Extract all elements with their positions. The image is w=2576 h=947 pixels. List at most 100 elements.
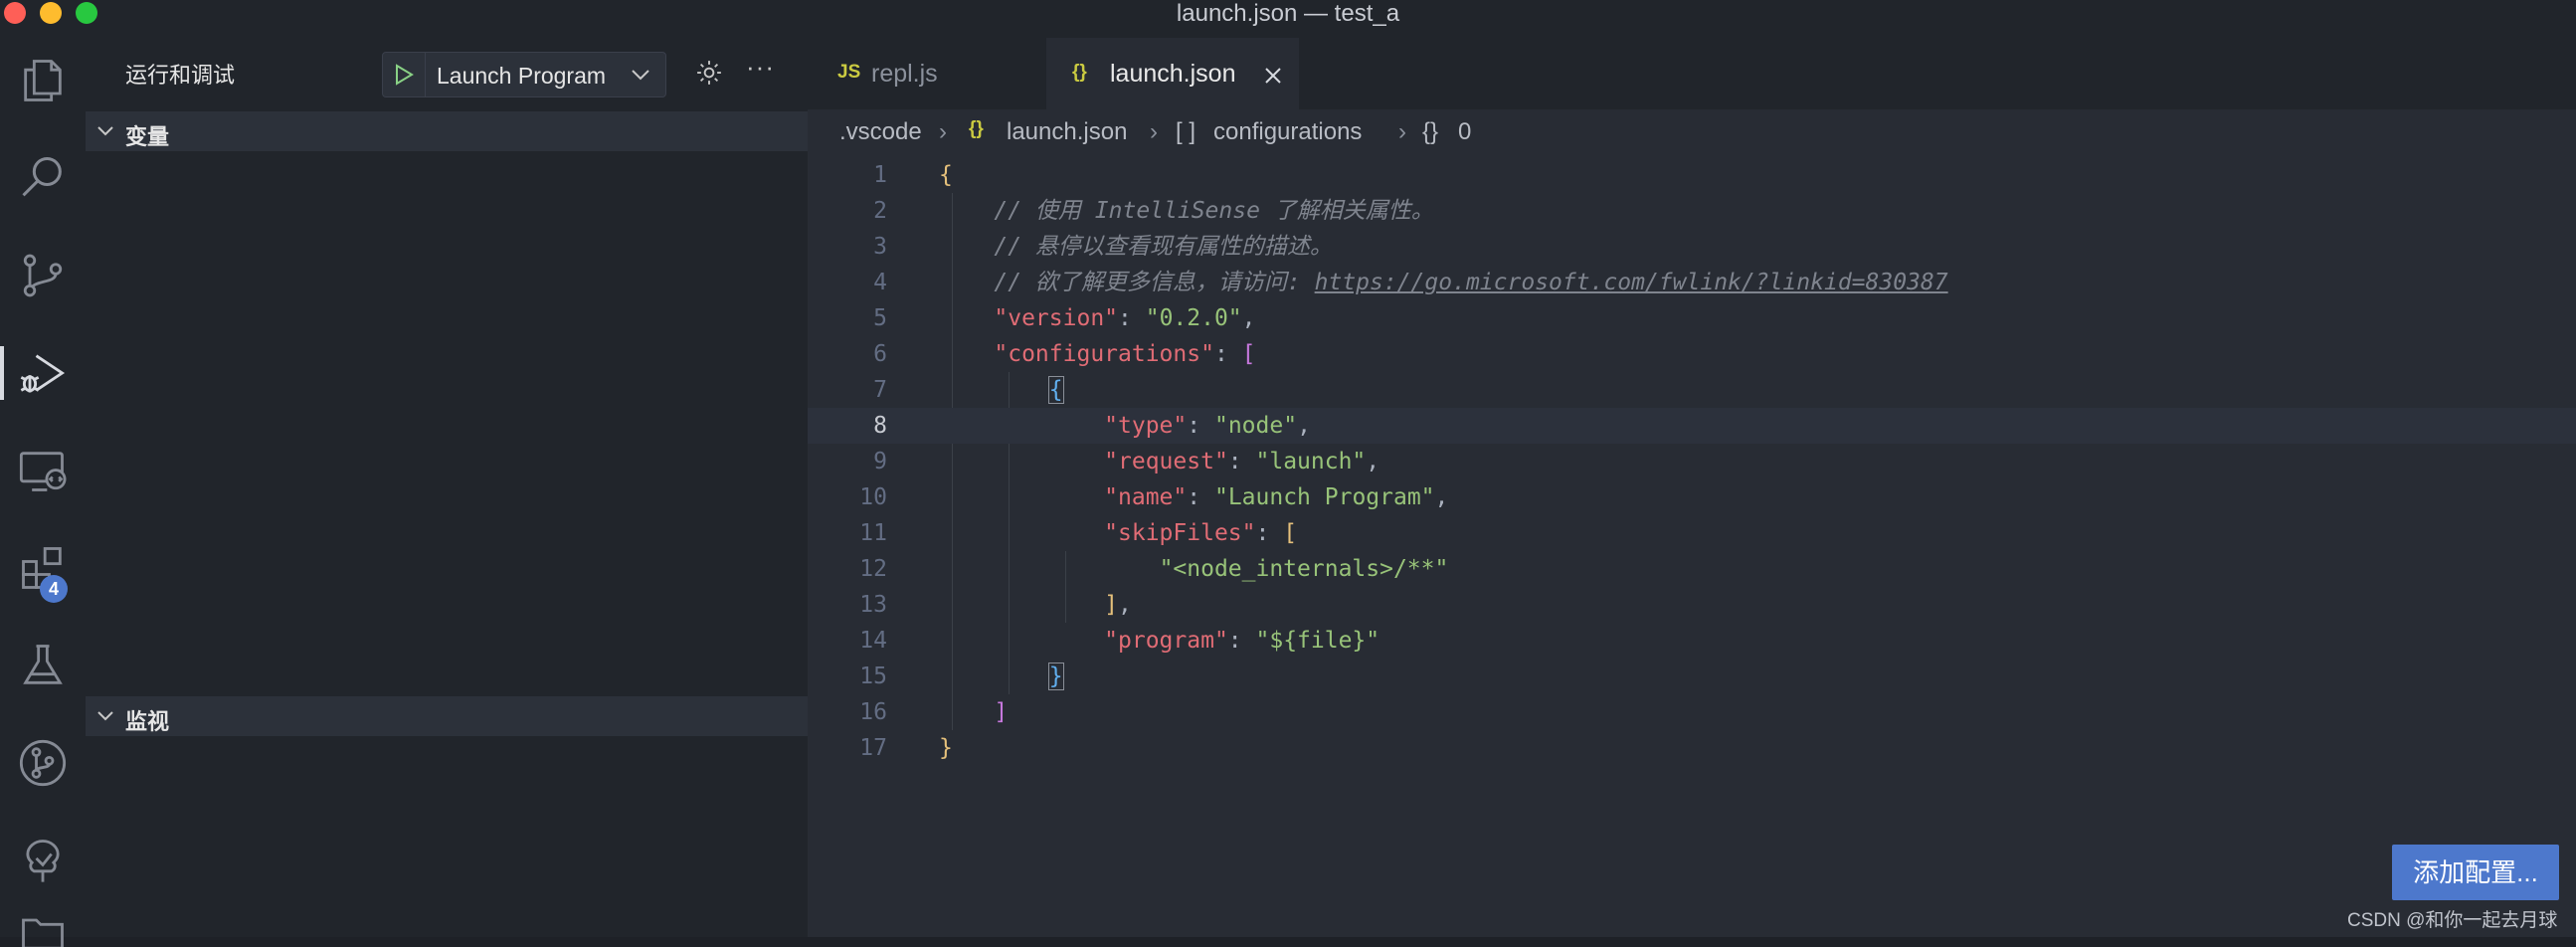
code-line[interactable]: 8 "type": "node",	[808, 408, 2576, 444]
run-debug-icon	[20, 354, 66, 393]
gear-icon[interactable]	[694, 58, 724, 88]
sidebar-title: 运行和调试	[125, 63, 236, 88]
search-button[interactable]	[0, 133, 86, 223]
start-debugging-button[interactable]	[383, 53, 426, 96]
source-control-icon	[23, 254, 63, 297]
code-token: https://go.microsoft.com/fwlink/?linkid=…	[1314, 270, 1948, 295]
search-icon	[22, 156, 62, 197]
chevron-down-icon	[97, 126, 113, 136]
code-token: // 悬停以查看现有属性的描述。	[939, 234, 1333, 260]
play-icon	[396, 64, 414, 86]
code-editor[interactable]: 1{2 // 使用 IntelliSense 了解相关属性。 3 // 悬停以查看…	[808, 155, 2576, 937]
code-line[interactable]: 2 // 使用 IntelliSense 了解相关属性。	[808, 193, 2576, 229]
code-line[interactable]: 4 // 欲了解更多信息，请访问: https://go.microsoft.c…	[808, 265, 2576, 300]
testing-button[interactable]	[0, 621, 86, 710]
code-token: ]	[1104, 592, 1119, 618]
line-number: 7	[873, 377, 887, 403]
variables-section-label: 变量	[125, 124, 170, 149]
code-line[interactable]: 1{	[808, 157, 2576, 193]
line-number: 1	[873, 162, 887, 188]
variables-section-header[interactable]: 变量	[86, 111, 808, 151]
line-number: 16	[859, 699, 887, 725]
code-token: :	[1255, 520, 1284, 546]
code-text: "version": "0.2.0",	[939, 300, 1256, 336]
code-token: ,	[1118, 592, 1132, 618]
testing-icon	[23, 645, 63, 684]
maximize-window-button[interactable]	[76, 2, 97, 24]
tab-repl-js[interactable]: JS repl.js	[808, 38, 1044, 109]
breadcrumb-file[interactable]: launch.json	[1007, 118, 1127, 146]
code-token: ,	[1241, 305, 1256, 331]
close-window-button[interactable]	[4, 2, 26, 24]
chevron-right-icon: ›	[1398, 118, 1406, 145]
launch-config-select[interactable]: Launch Program	[382, 52, 666, 97]
git-graph-button[interactable]	[0, 718, 86, 808]
chevron-right-icon: ›	[1150, 118, 1158, 145]
run-debug-button[interactable]	[0, 328, 86, 418]
tree-button[interactable]	[0, 816, 86, 905]
code-line[interactable]: 10 "name": "Launch Program",	[808, 479, 2576, 515]
run-debug-sidebar: 运行和调试 Launch Program ··· 变量 监视	[86, 28, 808, 937]
code-token: :	[1118, 305, 1146, 331]
variables-panel	[86, 151, 808, 692]
remote-explorer-button[interactable]	[0, 426, 86, 515]
code-token: "configurations"	[994, 341, 1214, 367]
code-token: :	[1213, 341, 1242, 367]
tab-label: launch.json	[1110, 60, 1236, 88]
code-line[interactable]: 9 "request": "launch",	[808, 444, 2576, 479]
chevron-down-icon	[632, 70, 649, 81]
code-text: // 悬停以查看现有属性的描述。	[939, 229, 1333, 265]
folder-icon	[22, 918, 64, 947]
breadcrumb-folder[interactable]: .vscode	[839, 118, 922, 146]
sidebar-header: 运行和调试 Launch Program ···	[86, 28, 808, 121]
chevron-down-icon	[97, 711, 113, 721]
breadcrumb-array[interactable]: configurations	[1213, 118, 1362, 146]
add-configuration-button[interactable]: 添加配置...	[2392, 845, 2559, 900]
code-token: {	[1047, 376, 1064, 404]
extensions-button[interactable]: 4	[0, 523, 86, 613]
line-number: 2	[873, 198, 887, 224]
code-line[interactable]: 11 "skipFiles": [	[808, 515, 2576, 551]
code-token: }	[1047, 663, 1064, 690]
code-token: "skipFiles"	[1104, 520, 1256, 546]
code-line[interactable]: 12 "<node_internals>/**"	[808, 551, 2576, 587]
watch-section-header[interactable]: 监视	[86, 696, 808, 736]
code-line[interactable]: 3 // 悬停以查看现有属性的描述。	[808, 229, 2576, 265]
code-line[interactable]: 13 ],	[808, 587, 2576, 623]
code-line[interactable]: 7 {	[808, 372, 2576, 408]
line-number: 9	[873, 449, 887, 474]
javascript-file-icon: JS	[837, 62, 861, 83]
code-line[interactable]: 16 ]	[808, 694, 2576, 730]
minimize-window-button[interactable]	[40, 2, 62, 24]
remote-explorer-icon	[19, 452, 67, 491]
line-number: 10	[859, 484, 887, 510]
code-line[interactable]: 17}	[808, 730, 2576, 766]
more-actions-icon[interactable]: ···	[746, 52, 775, 83]
code-text: "program": "${file}"	[939, 623, 1380, 659]
code-token: "${file}"	[1255, 628, 1380, 654]
code-text: }	[939, 730, 953, 766]
code-line[interactable]: 6 "configurations": [	[808, 336, 2576, 372]
breadcrumb-object[interactable]: 0	[1458, 118, 1471, 146]
git-graph-icon	[19, 739, 67, 787]
watermark: CSDN @和你一起去月球	[2347, 910, 2558, 931]
code-line[interactable]: 14 "program": "${file}"	[808, 623, 2576, 659]
code-token: :	[1187, 484, 1214, 510]
code-token: "version"	[994, 305, 1119, 331]
code-line[interactable]: 5 "version": "0.2.0",	[808, 300, 2576, 336]
close-icon[interactable]	[1263, 66, 1283, 86]
code-line[interactable]: 15 }	[808, 659, 2576, 694]
code-text: "type": "node",	[939, 408, 1311, 444]
code-token: [	[1241, 341, 1256, 367]
folder-button[interactable]	[0, 907, 86, 947]
explorer-button[interactable]	[0, 36, 86, 125]
line-number: 12	[859, 556, 887, 582]
tab-launch-json[interactable]: {} launch.json	[1046, 38, 1299, 109]
source-control-button[interactable]	[0, 231, 86, 320]
